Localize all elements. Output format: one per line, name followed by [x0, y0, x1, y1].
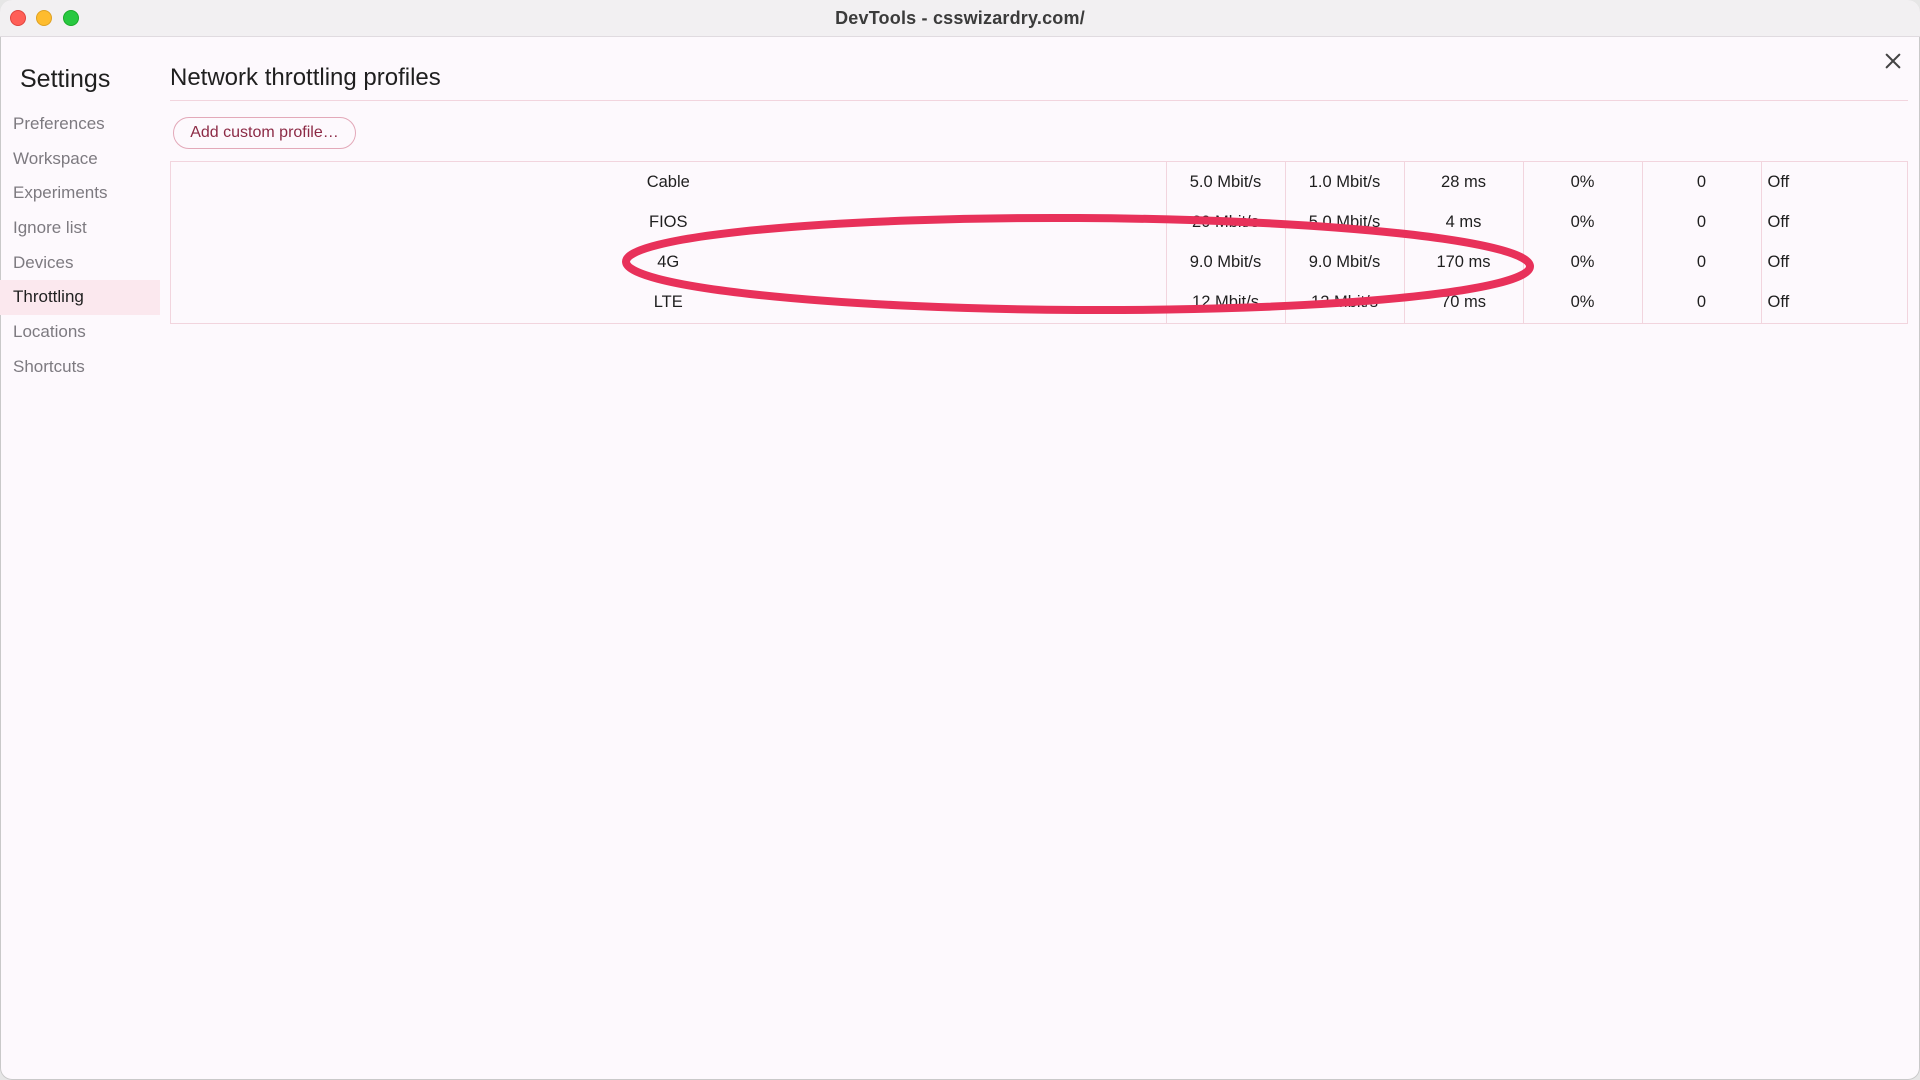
profile-packet-loss: 0% — [1522, 282, 1642, 323]
profile-download: 12 Mbit/s — [1165, 282, 1285, 323]
table-row[interactable]: FIOS 20 Mbit/s 5.0 Mbit/s 4 ms 0% 0 Off — [171, 202, 1907, 243]
settings-sidebar: Settings Preferences Workspace Experimen… — [0, 37, 160, 1080]
sidebar-nav: Preferences Workspace Experiments Ignore… — [0, 107, 160, 385]
table-row[interactable]: LTE 12 Mbit/s 12 Mbit/s 70 ms 0% 0 Off — [171, 282, 1907, 323]
profile-packet-queue: 0 — [1641, 242, 1761, 283]
throttling-profiles-table: Cable 5.0 Mbit/s 1.0 Mbit/s 28 ms 0% 0 O… — [170, 161, 1908, 324]
profile-download: 9.0 Mbit/s — [1165, 242, 1285, 283]
sidebar-item-locations[interactable]: Locations — [0, 315, 160, 350]
title-bar: DevTools - csswizardry.com/ — [0, 0, 1920, 37]
profile-latency: 70 ms — [1403, 282, 1523, 323]
profile-packet-queue: 0 — [1641, 162, 1761, 203]
profile-status: Off — [1760, 202, 1907, 243]
profile-upload: 9.0 Mbit/s — [1284, 242, 1404, 283]
title-divider — [170, 100, 1908, 101]
profile-upload: 5.0 Mbit/s — [1284, 202, 1404, 243]
table-row[interactable]: 4G 9.0 Mbit/s 9.0 Mbit/s 170 ms 0% 0 Off — [171, 242, 1907, 283]
devtools-window: DevTools - csswizardry.com/ Settings Pre… — [0, 0, 1920, 1080]
sidebar-title: Settings — [20, 65, 111, 93]
sidebar-item-shortcuts[interactable]: Shortcuts — [0, 350, 160, 385]
sidebar-item-devices[interactable]: Devices — [0, 246, 160, 281]
profile-latency: 170 ms — [1403, 242, 1523, 283]
profile-latency: 4 ms — [1403, 202, 1523, 243]
profile-download: 20 Mbit/s — [1165, 202, 1285, 243]
profile-name: 4G — [657, 253, 680, 272]
profile-packet-loss: 0% — [1522, 162, 1642, 203]
profile-status: Off — [1760, 242, 1907, 283]
profile-latency: 28 ms — [1403, 162, 1523, 203]
sidebar-item-ignore-list[interactable]: Ignore list — [0, 211, 160, 246]
profile-upload: 12 Mbit/s — [1284, 282, 1404, 323]
add-custom-profile-button[interactable]: Add custom profile… — [173, 117, 356, 149]
profile-name: LTE — [653, 293, 683, 312]
profile-packet-loss: 0% — [1522, 202, 1642, 243]
profile-status: Off — [1760, 282, 1907, 323]
profile-status: Off — [1760, 162, 1907, 203]
sidebar-item-throttling[interactable]: Throttling — [0, 280, 160, 316]
profile-name: Cable — [646, 172, 690, 191]
sidebar-item-preferences[interactable]: Preferences — [0, 107, 160, 142]
table-row[interactable]: Cable 5.0 Mbit/s 1.0 Mbit/s 28 ms 0% 0 O… — [171, 162, 1907, 203]
profile-packet-queue: 0 — [1641, 282, 1761, 323]
window-title: DevTools - csswizardry.com/ — [835, 8, 1085, 28]
page-title: Network throttling profiles — [170, 64, 441, 91]
profile-upload: 1.0 Mbit/s — [1284, 162, 1404, 203]
close-settings-icon[interactable] — [1882, 50, 1904, 72]
profile-download: 5.0 Mbit/s — [1165, 162, 1285, 203]
profile-packet-queue: 0 — [1641, 202, 1761, 243]
sidebar-item-experiments[interactable]: Experiments — [0, 176, 160, 211]
profile-packet-loss: 0% — [1522, 242, 1642, 283]
profile-name: FIOS — [648, 212, 688, 231]
sidebar-item-workspace[interactable]: Workspace — [0, 142, 160, 177]
